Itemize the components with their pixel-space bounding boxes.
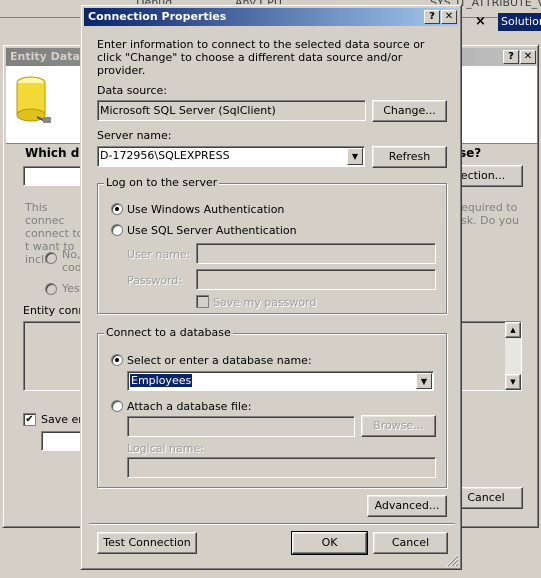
logical-name-label: Logical name:	[127, 442, 204, 455]
windows-auth-label[interactable]: Use Windows Authentication	[127, 203, 284, 216]
wizard-entity-conn-label: Entity conn	[23, 304, 86, 317]
server-name-label: Server name:	[97, 129, 172, 142]
database-icon	[16, 76, 52, 123]
change-button[interactable]: Change...	[372, 100, 447, 122]
dialog-titlebar: Connection Properties	[84, 8, 458, 26]
save-password-checkbox[interactable]	[196, 295, 209, 308]
sql-auth-label[interactable]: Use SQL Server Authentication	[127, 224, 297, 237]
database-group-label: Connect to a database	[104, 326, 233, 339]
advanced-button[interactable]: Advanced...	[367, 495, 447, 517]
ide-close-doc[interactable]: ×	[475, 14, 486, 29]
attach-file-field[interactable]	[127, 416, 355, 437]
database-name-combo[interactable]: Employees ▼	[127, 371, 434, 391]
server-name-value: D-172956\SQLEXPRESS	[100, 149, 230, 162]
chevron-down-icon[interactable]: ▼	[416, 373, 432, 389]
user-name-field[interactable]	[196, 243, 436, 264]
wizard-question-end: se?	[459, 146, 482, 160]
scroll-down-icon[interactable]: ▼	[505, 374, 521, 390]
user-name-label: User name:	[127, 248, 191, 261]
dialog-close-button[interactable]: ✕	[441, 10, 457, 24]
refresh-button[interactable]: Refresh	[372, 146, 447, 168]
save-password-label: Save my password	[213, 296, 317, 309]
dialog-title: Connection Properties	[88, 10, 227, 23]
wizard-save-label: Save en	[41, 413, 86, 426]
ok-button[interactable]: OK	[291, 531, 368, 555]
data-source-label: Data source:	[97, 84, 167, 97]
connection-properties-dialog: Connection Properties ? ✕ Enter informat…	[80, 4, 462, 570]
logon-group-label: Log on to the server	[104, 176, 220, 189]
test-connection-button[interactable]: Test Connection	[97, 532, 197, 554]
dialog-help-button[interactable]: ?	[424, 10, 440, 24]
chevron-down-icon[interactable]: ▼	[347, 148, 363, 165]
windows-auth-radio[interactable]	[111, 203, 123, 215]
wizard-info-text-right: equired to sk. Do you	[461, 201, 520, 227]
browse-button[interactable]: Browse...	[361, 415, 436, 437]
cancel-button[interactable]: Cancel	[373, 532, 448, 554]
dialog-intro-text: Enter information to connect to the sele…	[97, 38, 425, 77]
database-name-value: Employees	[130, 374, 193, 387]
wizard-save-checkbox[interactable]: ✔	[23, 413, 36, 426]
attach-database-radio[interactable]	[111, 400, 123, 412]
wizard-scrollbar[interactable]: ▲ ▼	[505, 322, 521, 390]
select-database-radio[interactable]	[111, 354, 123, 366]
wizard-radio-yes[interactable]	[45, 283, 57, 295]
wizard-radio-no[interactable]	[45, 252, 57, 264]
select-database-label[interactable]: Select or enter a database name:	[127, 354, 312, 367]
server-name-combo[interactable]: D-172956\SQLEXPRESS ▼	[97, 146, 365, 167]
wizard-close-button[interactable]: ✕	[520, 50, 536, 64]
resize-grip-icon[interactable]	[445, 553, 459, 567]
attach-database-label[interactable]: Attach a database file:	[127, 400, 251, 413]
password-label: Password:	[127, 274, 183, 287]
logical-name-field[interactable]	[127, 457, 436, 478]
data-source-field: Microsoft SQL Server (SqlClient)	[97, 100, 366, 121]
wizard-help-button[interactable]: ?	[503, 50, 519, 64]
scroll-up-icon[interactable]: ▲	[505, 322, 521, 338]
solution-explorer-tab[interactable]: Solution	[498, 13, 541, 31]
password-field[interactable]	[196, 269, 436, 290]
dialog-separator	[89, 523, 455, 525]
sql-auth-radio[interactable]	[111, 224, 123, 236]
